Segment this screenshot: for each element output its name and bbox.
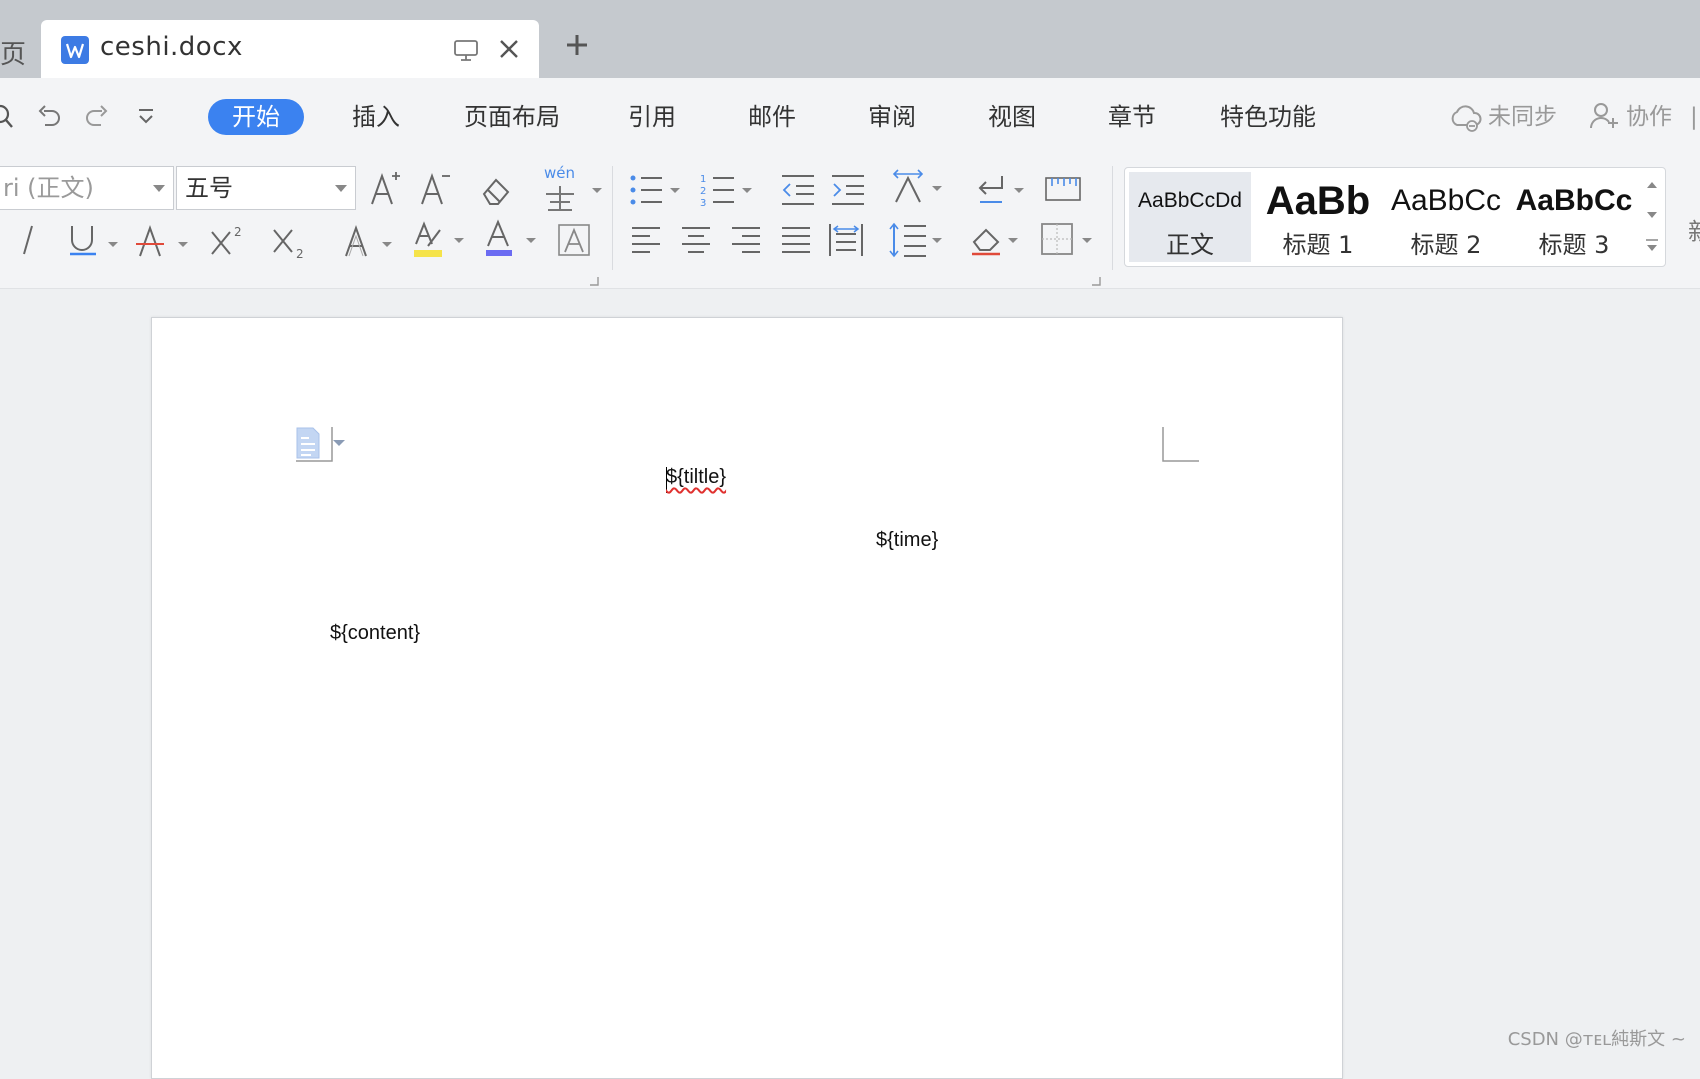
menu-tab-mailings[interactable]: 邮件 xyxy=(748,99,796,135)
group-divider xyxy=(1112,166,1113,270)
line-spacing-icon[interactable] xyxy=(888,220,948,264)
chevron-down-icon xyxy=(153,185,165,192)
menu-tab-chapter[interactable]: 章节 xyxy=(1108,99,1156,135)
partial-tab-label[interactable]: 页 xyxy=(0,34,26,71)
collaborate-button[interactable]: 协作 xyxy=(1626,99,1672,135)
style-sample: AaBbCc xyxy=(1390,184,1502,217)
time-placeholder[interactable]: ${time} xyxy=(876,529,938,552)
margin-mark-top-left xyxy=(294,427,334,471)
style-label: 正文 xyxy=(1166,231,1214,259)
overflow-edge: | xyxy=(1690,104,1698,130)
window-mode-icon[interactable] xyxy=(453,38,479,66)
font-size-value: 五号 xyxy=(185,174,233,202)
align-left-icon[interactable] xyxy=(630,224,662,260)
sync-status[interactable]: 未同步 xyxy=(1488,99,1557,135)
numbered-list-icon[interactable]: 123 xyxy=(700,172,756,212)
character-border-icon[interactable] xyxy=(556,222,592,262)
tab-bar: 页 ceshi.docx xyxy=(0,0,1700,78)
style-sample: AaBbCc xyxy=(1515,184,1633,217)
text-direction-icon[interactable] xyxy=(890,168,946,212)
italic-icon[interactable] xyxy=(14,222,42,262)
menu-tab-references[interactable]: 引用 xyxy=(628,99,676,135)
title-placeholder[interactable]: ${tiltle} xyxy=(666,466,726,489)
document-tab[interactable]: ceshi.docx xyxy=(41,20,539,78)
ruler-icon[interactable] xyxy=(1044,176,1084,208)
font-name-value: ri (正文) xyxy=(3,174,94,202)
document-tab-title: ceshi.docx xyxy=(100,32,243,62)
svg-text:2: 2 xyxy=(234,225,242,239)
new-tab-icon[interactable] xyxy=(564,32,590,62)
font-size-select[interactable]: 五号 xyxy=(176,166,356,210)
cloud-sync-icon[interactable] xyxy=(1448,100,1482,138)
align-center-icon[interactable] xyxy=(680,224,712,260)
menu-tab-insert[interactable]: 插入 xyxy=(352,99,400,135)
decrease-indent-icon[interactable] xyxy=(780,172,816,212)
style-sample: AaBbCcDd xyxy=(1138,189,1242,212)
ribbon-home: ri (正文) 五号 wén 2 2 1 2 3 AaBbCcDd 正文 AaB… xyxy=(0,152,1700,289)
svg-text:1: 1 xyxy=(700,174,706,185)
font-color-icon[interactable] xyxy=(482,218,542,266)
close-tab-icon[interactable] xyxy=(496,36,522,66)
style-heading-3[interactable]: AaBbCc 标题 3 xyxy=(1513,172,1635,262)
menu-tab-page-layout[interactable]: 页面布局 xyxy=(464,99,560,135)
wps-writer-icon xyxy=(61,36,89,64)
document-page[interactable]: ${tiltle} ${time} ${content} xyxy=(151,317,1343,1079)
style-gallery-scroll[interactable] xyxy=(1643,174,1661,260)
text-effect-icon[interactable] xyxy=(342,222,398,266)
menu-tab-home[interactable]: 开始 xyxy=(208,99,304,135)
distributed-align-icon[interactable] xyxy=(828,222,864,262)
font-dialog-launcher-icon[interactable] xyxy=(588,272,600,291)
decrease-font-size-icon[interactable] xyxy=(418,168,454,212)
style-label: 标题 3 xyxy=(1538,231,1610,259)
highlight-color-icon[interactable] xyxy=(410,218,470,266)
superscript-icon[interactable]: 2 xyxy=(208,222,248,266)
svg-text:2: 2 xyxy=(700,186,706,197)
search-icon[interactable] xyxy=(0,102,16,134)
content-placeholder[interactable]: ${content} xyxy=(330,622,420,645)
paragraph-dialog-launcher-icon[interactable] xyxy=(1090,272,1102,291)
align-right-icon[interactable] xyxy=(730,224,762,260)
menu-bar: 开始 插入 页面布局 引用 邮件 审阅 视图 章节 特色功能 未同步 协作 | xyxy=(0,78,1700,152)
undo-icon[interactable] xyxy=(36,102,62,134)
svg-text:2: 2 xyxy=(296,247,304,261)
style-label: 标题 1 xyxy=(1282,231,1354,259)
menu-tab-special-features[interactable]: 特色功能 xyxy=(1220,99,1316,135)
menu-tab-view[interactable]: 视图 xyxy=(988,99,1036,135)
increase-font-size-icon[interactable] xyxy=(368,168,404,212)
style-heading-1[interactable]: AaBb 标题 1 xyxy=(1257,172,1379,262)
menu-tab-review[interactable]: 审阅 xyxy=(868,99,916,135)
font-name-select[interactable]: ri (正文) xyxy=(0,166,174,210)
borders-icon[interactable] xyxy=(1040,220,1096,264)
style-sample: AaBb xyxy=(1265,179,1371,223)
clear-formatting-icon[interactable] xyxy=(478,172,514,212)
chevron-down-icon xyxy=(335,185,347,192)
shading-icon[interactable] xyxy=(970,220,1026,264)
style-normal[interactable]: AaBbCcDd 正文 xyxy=(1129,172,1251,262)
style-heading-2[interactable]: AaBbCc 标题 2 xyxy=(1385,172,1507,262)
bullet-list-icon[interactable] xyxy=(628,172,684,212)
group-divider xyxy=(612,166,613,270)
pinyin-label: wén xyxy=(544,164,576,182)
underline-icon[interactable] xyxy=(66,222,122,266)
style-gallery: AaBbCcDd 正文 AaBb 标题 1 AaBbCc 标题 2 AaBbCc… xyxy=(1124,167,1666,267)
margin-mark-top-right xyxy=(1161,427,1201,471)
pinyin-guide-button[interactable]: wén xyxy=(540,162,604,216)
svg-text:3: 3 xyxy=(700,198,706,208)
justify-icon[interactable] xyxy=(780,224,812,260)
redo-icon[interactable] xyxy=(84,102,110,134)
new-style-partial[interactable]: 新 xyxy=(1688,212,1700,247)
increase-indent-icon[interactable] xyxy=(830,172,866,212)
style-label: 标题 2 xyxy=(1410,231,1482,259)
customize-quick-access-icon[interactable] xyxy=(136,102,156,134)
strikethrough-icon[interactable] xyxy=(136,222,192,266)
add-collaborator-icon[interactable] xyxy=(1588,100,1620,136)
subscript-icon[interactable]: 2 xyxy=(270,222,310,266)
watermark: CSDN @ᴛᴇʟ純斯文 ~ xyxy=(1507,1029,1686,1050)
line-break-icon[interactable] xyxy=(974,172,1030,212)
